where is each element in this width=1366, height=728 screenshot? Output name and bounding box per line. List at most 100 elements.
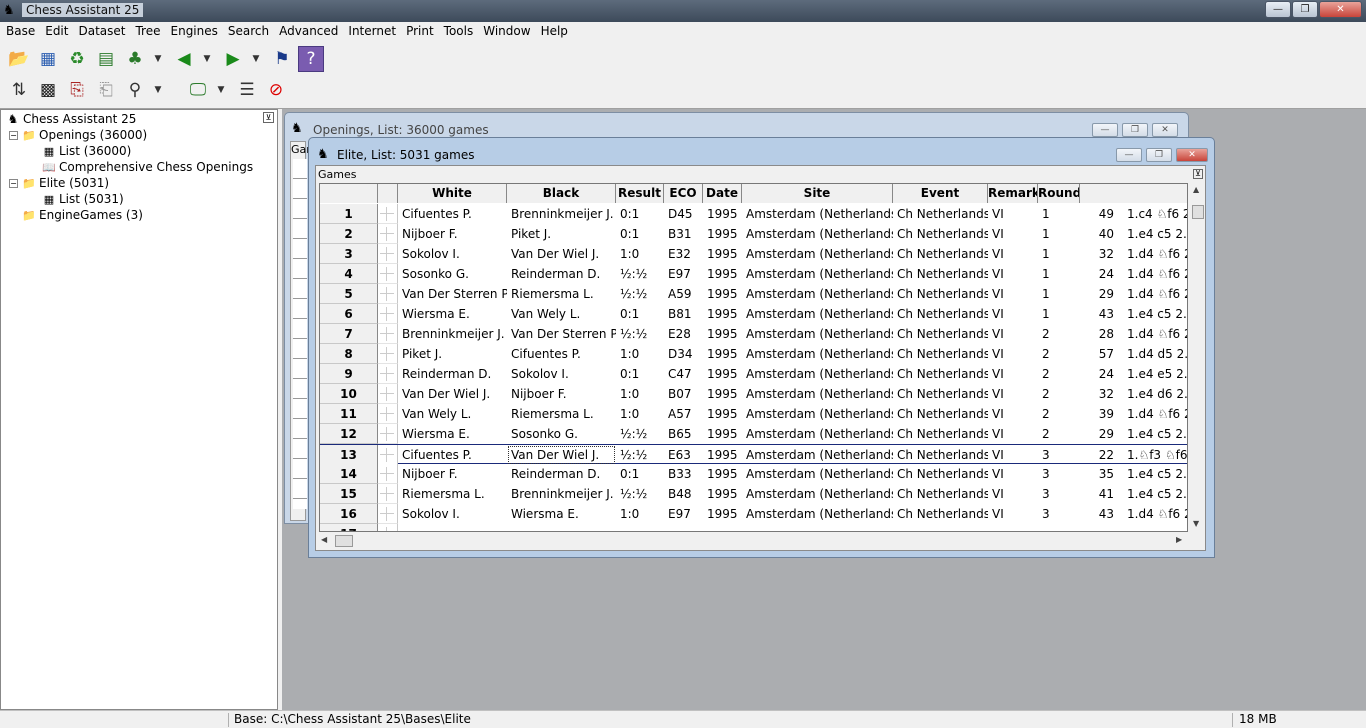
table-row[interactable]: 4 Sosonko G. Reinderman D. ½:½ E97 1995 Amster… xyxy=(320,264,1187,284)
row-mark-checkbox[interactable] xyxy=(378,244,398,264)
pin-icon[interactable]: ⊻ xyxy=(263,112,274,123)
monitor-button[interactable]: 🖵 xyxy=(185,77,211,103)
help-button[interactable]: ? xyxy=(298,46,324,72)
menu-dataset[interactable]: Dataset xyxy=(74,22,131,42)
row-mark-checkbox[interactable] xyxy=(378,264,398,284)
tree-item[interactable]: − 📁 Elite (5031) xyxy=(9,175,109,191)
row-mark-checkbox[interactable] xyxy=(378,204,398,224)
table-row[interactable]: 9 Reinderman D. Sokolov I. 0:1 C47 1995 Amster… xyxy=(320,364,1187,384)
menu-edit[interactable]: Edit xyxy=(41,22,74,42)
chessboard-button[interactable]: ▩ xyxy=(35,77,61,103)
column-header-result[interactable]: Result xyxy=(616,184,664,203)
dropdown-arrow-icon[interactable]: ▼ xyxy=(200,46,214,72)
table-row[interactable]: 12 Wiersma E. Sosonko G. ½:½ B65 1995 Amsterda… xyxy=(320,424,1187,444)
tree-item[interactable]: ▦ List (5031) xyxy=(41,191,124,207)
row-mark-checkbox[interactable] xyxy=(378,304,398,324)
tree-item[interactable]: ▦ List (36000) xyxy=(41,143,132,159)
menu-help[interactable]: Help xyxy=(537,22,574,42)
table-row[interactable]: 6 Wiersma E. Van Wely L. 0:1 B81 1995 Amsterda… xyxy=(320,304,1187,324)
row-mark-checkbox[interactable] xyxy=(378,424,398,444)
table-row[interactable]: 8 Piket J. Cifuentes P. 1:0 D34 1995 Amsterdam… xyxy=(320,344,1187,364)
row-mark-checkbox[interactable] xyxy=(378,324,398,344)
row-mark-checkbox[interactable] xyxy=(378,524,398,531)
menu-tools[interactable]: Tools xyxy=(440,22,480,42)
column-header-date[interactable]: Date xyxy=(703,184,742,203)
open-folder-button[interactable]: 📂 xyxy=(6,46,32,72)
close-button[interactable]: ✕ xyxy=(1319,1,1362,18)
tree-item[interactable]: 📁 EngineGames (3) xyxy=(9,207,143,223)
column-header-event[interactable]: Event xyxy=(893,184,988,203)
column-header-round[interactable]: Round xyxy=(1038,184,1080,203)
tree-item[interactable]: 📖 Comprehensive Chess Openings xyxy=(41,159,253,175)
openings-close-button[interactable]: ✕ xyxy=(1152,123,1178,137)
table-row[interactable]: 13 Cifuentes P. Van Der Wiel J. ½:½ E63 1995 A… xyxy=(320,444,1187,465)
table-row[interactable]: 17 xyxy=(320,524,1187,531)
openings-minimize-button[interactable]: — xyxy=(1092,123,1118,137)
table-row[interactable]: 5 Van Der Sterren P. Riemersma L. ½:½ A59 199… xyxy=(320,284,1187,304)
elite-minimize-button[interactable]: — xyxy=(1116,148,1142,162)
vertical-scrollbar[interactable]: ▲ ▼ xyxy=(1191,183,1205,532)
tree-expander-icon[interactable]: − xyxy=(9,178,18,188)
dropdown-arrow-icon[interactable]: ▼ xyxy=(249,46,263,72)
menu-advanced[interactable]: Advanced xyxy=(275,22,344,42)
menu-print[interactable]: Print xyxy=(402,22,440,42)
row-mark-checkbox[interactable] xyxy=(378,404,398,424)
column-header-remark[interactable]: Remark xyxy=(988,184,1038,203)
menu-internet[interactable]: Internet xyxy=(344,22,402,42)
elite-list-window[interactable]: ♞ Elite, List: 5031 games — ❐ ✕ Games ⊻ … xyxy=(308,137,1215,558)
maximize-button[interactable]: ❐ xyxy=(1292,1,1318,18)
row-mark-checkbox[interactable] xyxy=(378,224,398,244)
row-mark-checkbox[interactable] xyxy=(378,484,398,504)
minimize-button[interactable]: — xyxy=(1265,1,1291,18)
copy-game-button[interactable]: ⎘ xyxy=(64,77,90,103)
row-mark-checkbox[interactable] xyxy=(378,504,398,524)
tree-button[interactable]: ♣ xyxy=(122,46,148,72)
openings-restore-button[interactable]: ❐ xyxy=(1122,123,1148,137)
table-row[interactable]: 7 Brenninkmeijer J. Van Der Sterren P. ½:½ E… xyxy=(320,324,1187,344)
column-header-black[interactable]: Black xyxy=(507,184,616,203)
list-view-button[interactable]: ▦ xyxy=(35,46,61,72)
dropdown-arrow-icon[interactable]: ▼ xyxy=(214,77,228,103)
row-mark-checkbox[interactable] xyxy=(378,464,398,484)
search-button[interactable]: ⚲ xyxy=(122,77,148,103)
column-header-eco[interactable]: ECO xyxy=(664,184,703,203)
back-arrow-button[interactable]: ◀ xyxy=(171,46,197,72)
tree-item[interactable]: − 📁 Openings (36000) xyxy=(9,127,147,143)
scroll-left-icon[interactable]: ◀ xyxy=(321,535,327,544)
elite-restore-button[interactable]: ❐ xyxy=(1146,148,1172,162)
vertical-scroll-thumb[interactable] xyxy=(1192,205,1204,219)
table-row[interactable]: 14 Nijboer F. Reinderman D. 0:1 B33 1995 Amste… xyxy=(320,464,1187,484)
table-row[interactable]: 15 Riemersma L. Brenninkmeijer J. ½:½ B48 199… xyxy=(320,484,1187,504)
scroll-up-icon[interactable]: ▲ xyxy=(1193,185,1199,194)
table-row[interactable]: 2 Nijboer F. Piket J. 0:1 B31 1995 Amsterdam (… xyxy=(320,224,1187,244)
menu-search[interactable]: Search xyxy=(224,22,275,42)
column-header-site[interactable]: Site xyxy=(742,184,893,203)
stop-button[interactable]: ⊘ xyxy=(263,77,289,103)
row-mark-checkbox[interactable] xyxy=(378,284,398,304)
dropdown-arrow-icon[interactable]: ▼ xyxy=(151,46,165,72)
elite-close-button[interactable]: ✕ xyxy=(1176,148,1208,162)
menu-base[interactable]: Base xyxy=(2,22,41,42)
row-mark-checkbox[interactable] xyxy=(378,445,398,465)
paste-game-button[interactable]: ⎗ xyxy=(93,77,119,103)
column-header-white[interactable]: White xyxy=(398,184,507,203)
tree-root[interactable]: ♞ Chess Assistant 25 xyxy=(5,111,137,127)
tree-expander-icon[interactable]: − xyxy=(9,130,18,140)
flip-board-button[interactable]: ⇅ xyxy=(6,77,32,103)
dropdown-arrow-icon[interactable]: ▼ xyxy=(151,77,165,103)
table-row[interactable]: 16 Sokolov I. Wiersma E. 1:0 E97 1995 Amsterda… xyxy=(320,504,1187,524)
forward-arrow-button[interactable]: ▶ xyxy=(220,46,246,72)
table-row[interactable]: 11 Van Wely L. Riemersma L. 1:0 A57 1995 Amste… xyxy=(320,404,1187,424)
refresh-database-button[interactable]: ♻ xyxy=(64,46,90,72)
horizontal-scroll-thumb[interactable] xyxy=(335,535,353,547)
notation-view-button[interactable]: ▤ xyxy=(93,46,119,72)
row-mark-checkbox[interactable] xyxy=(378,384,398,404)
row-mark-checkbox[interactable] xyxy=(378,344,398,364)
table-row[interactable]: 1 Cifuentes P. Brenninkmeijer J. 0:1 D45 1995… xyxy=(320,204,1187,224)
table-row[interactable]: 3 Sokolov I. Van Der Wiel J. 1:0 E32 1995 Amst… xyxy=(320,244,1187,264)
horizontal-scrollbar[interactable]: ◀ ▶ xyxy=(319,534,1188,548)
scroll-down-icon[interactable]: ▼ xyxy=(1193,519,1199,528)
pane-pin-icon[interactable]: ⊻ xyxy=(1193,169,1203,179)
menu-window[interactable]: Window xyxy=(479,22,536,42)
menu-tree[interactable]: Tree xyxy=(131,22,166,42)
